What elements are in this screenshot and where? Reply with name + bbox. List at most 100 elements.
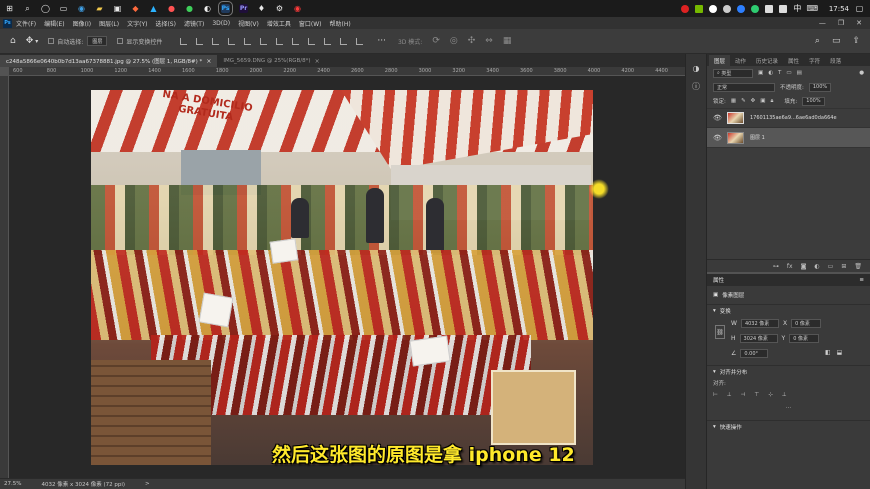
width-input[interactable]: 4032 像素 xyxy=(740,319,779,328)
3d-slide-icon[interactable]: ⇔ xyxy=(485,36,493,46)
new-layer-icon[interactable]: ⊞ xyxy=(841,263,846,270)
tray-cloud-icon[interactable] xyxy=(722,4,731,13)
file-explorer-icon[interactable]: ▰ xyxy=(95,4,104,13)
quick-actions-section[interactable]: ▾ 快速操作 xyxy=(707,420,870,433)
tray-app-icon[interactable] xyxy=(708,4,717,13)
keyboard-icon[interactable]: ⌨ xyxy=(807,4,819,13)
status-arrow[interactable]: > xyxy=(145,481,150,487)
home-icon[interactable]: ⌂ xyxy=(10,36,16,46)
filter-type-icon[interactable]: T xyxy=(778,70,781,76)
tab-document-2[interactable]: IMG_5659.DNG @ 25%(RGB/8*) × xyxy=(217,55,325,67)
minimize-icon[interactable]: — xyxy=(819,19,826,27)
canvas-area[interactable]: NA A DOMICILIO GRATUITA 然后这张图的原图是拿 iphon… xyxy=(9,76,685,478)
align-bottom-icon[interactable] xyxy=(212,37,220,45)
taskbar-clock[interactable]: 17:54 xyxy=(829,5,849,13)
align-top-icon[interactable] xyxy=(180,37,188,45)
blend-mode-dropdown[interactable]: 正常 xyxy=(713,82,775,92)
menu-view[interactable]: 视图(V) xyxy=(238,19,259,28)
align-vcenter-icon[interactable] xyxy=(196,37,204,45)
layer-row[interactable]: 👁︎ 17601135ae6a9...6ae6ad0da664e xyxy=(707,108,870,128)
distribute-bottom-icon[interactable] xyxy=(308,37,316,45)
market-photo[interactable]: NA A DOMICILIO GRATUITA xyxy=(91,90,593,465)
chevron-down-icon[interactable]: ▾ xyxy=(713,369,716,375)
align-hcenter-icon[interactable]: ⊥ xyxy=(727,392,732,398)
notification-icon[interactable]: ▢ xyxy=(855,4,864,13)
transform-section[interactable]: ▾ 变换 xyxy=(707,304,870,317)
fx-icon[interactable]: fx xyxy=(787,263,793,270)
menu-edit[interactable]: 编辑(E) xyxy=(44,19,64,28)
link-layers-icon[interactable]: ⊶ xyxy=(773,263,779,270)
tray-record-icon[interactable] xyxy=(680,4,689,13)
align-left-icon[interactable] xyxy=(228,37,236,45)
tray-network-icon[interactable] xyxy=(764,4,773,13)
lock-move-icon[interactable]: ✥ xyxy=(751,98,756,104)
auto-select-checkbox[interactable] xyxy=(48,38,55,44)
premiere-taskbar-icon[interactable]: Pr xyxy=(239,4,248,13)
angle-input[interactable]: 0.00° xyxy=(740,349,769,358)
layer-thumbnail[interactable] xyxy=(727,131,744,144)
move-tool-icon[interactable]: ✥ xyxy=(26,36,34,46)
3d-scale-icon[interactable]: ▦ xyxy=(503,36,512,46)
opacity-input[interactable]: 100% xyxy=(808,82,832,92)
info-icon[interactable]: ⓘ xyxy=(692,81,700,92)
task-view-icon[interactable]: ▭ xyxy=(59,4,68,13)
share-icon[interactable]: ⇪ xyxy=(852,36,860,46)
menu-3d[interactable]: 3D(D) xyxy=(212,20,230,27)
adjustment-layer-icon[interactable]: ◐ xyxy=(814,263,819,270)
chevron-down-icon[interactable]: ▾ xyxy=(713,424,716,430)
menu-plugins[interactable]: 增效工具 xyxy=(267,19,291,28)
restore-icon[interactable]: ❐ xyxy=(838,19,844,27)
menu-filter[interactable]: 滤镜(T) xyxy=(184,19,204,28)
distribute-hcenter-icon[interactable] xyxy=(340,37,348,45)
document-info[interactable]: 4032 像素 x 3024 像素 (72 ppi) xyxy=(41,480,125,488)
3d-roll-icon[interactable]: ◎ xyxy=(450,36,458,46)
layer-thumbnail[interactable] xyxy=(727,112,744,124)
tab-layers[interactable]: 图层 xyxy=(709,55,731,66)
3d-rotate-icon[interactable]: ⟳ xyxy=(432,36,440,46)
layer-row-selected[interactable]: 👁︎ 图层 1 xyxy=(707,128,870,148)
filter-shape-icon[interactable]: ▭ xyxy=(786,70,791,76)
tray-bluetooth-icon[interactable] xyxy=(736,4,745,13)
x-input[interactable]: 0 像素 xyxy=(791,319,822,328)
menu-help[interactable]: 帮助(H) xyxy=(330,19,351,28)
filter-adjust-icon[interactable]: ◐ xyxy=(768,70,773,76)
wechat-icon[interactable]: ● xyxy=(185,4,194,13)
distribute-left-icon[interactable] xyxy=(324,37,332,45)
chevron-down-icon[interactable]: ▾ xyxy=(713,308,716,314)
cortana-icon[interactable]: ◯ xyxy=(41,4,50,13)
lock-transparent-icon[interactable]: ▦ xyxy=(731,98,736,104)
eye-icon[interactable]: 👁︎ xyxy=(713,134,722,142)
menu-window[interactable]: 窗口(W) xyxy=(299,19,322,28)
align-hcenter-icon[interactable] xyxy=(244,37,252,45)
3d-pan-icon[interactable]: ✣ xyxy=(468,36,476,46)
workspace-icon[interactable]: ▭ xyxy=(832,36,841,46)
app-icon-5[interactable]: ♦ xyxy=(257,4,266,13)
tab-properties[interactable]: 属性 xyxy=(783,55,804,66)
tray-volume-icon[interactable] xyxy=(778,4,787,13)
layer-filter-dropdown[interactable]: ⌕ 类型 xyxy=(713,68,753,78)
more-options-icon[interactable]: ··· xyxy=(786,405,791,411)
lock-all-icon[interactable]: 🔒︎ xyxy=(770,98,773,105)
tab-paragraph[interactable]: 段落 xyxy=(825,55,846,66)
tab-history[interactable]: 历史记录 xyxy=(751,55,783,66)
delete-layer-icon[interactable]: 🗑︎ xyxy=(854,263,862,270)
height-input[interactable]: 3024 像素 xyxy=(739,334,778,343)
filter-toggle-icon[interactable]: ● xyxy=(859,70,864,76)
close-icon[interactable]: × xyxy=(206,58,211,65)
align-bottom-icon[interactable]: ⊥ xyxy=(782,392,787,398)
settings-icon[interactable]: ⚙ xyxy=(275,4,284,13)
add-mask-icon[interactable]: ◙ xyxy=(801,263,807,270)
distribute-right-icon[interactable] xyxy=(356,37,364,45)
align-right-icon[interactable]: ⊣ xyxy=(741,392,746,398)
align-left-icon[interactable]: ⊢ xyxy=(713,392,718,398)
flip-horizontal-icon[interactable]: ◧ xyxy=(825,349,831,356)
record-icon[interactable]: ◉ xyxy=(293,4,302,13)
search-icon[interactable]: ⌕ xyxy=(815,36,820,46)
more-options-icon[interactable]: ··· xyxy=(377,36,386,46)
y-input[interactable]: 0 像素 xyxy=(789,334,820,343)
input-method-icon[interactable]: 中 xyxy=(793,4,802,13)
distribute-top-icon[interactable] xyxy=(276,37,284,45)
tray-nvidia-icon[interactable] xyxy=(694,4,703,13)
align-section[interactable]: ▾ 对齐并分布 xyxy=(707,365,870,378)
show-transform-checkbox[interactable] xyxy=(117,38,124,44)
